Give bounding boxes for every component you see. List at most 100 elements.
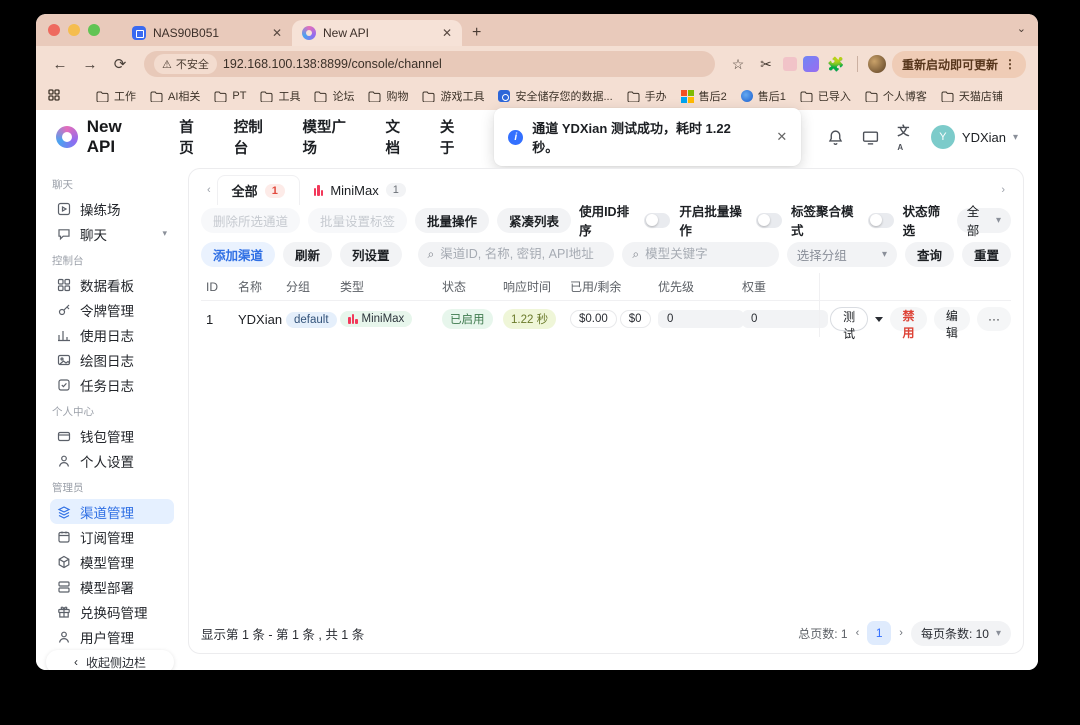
sidebar-item-models[interactable]: 模型管理	[50, 549, 174, 574]
priority-value[interactable]: 0	[658, 310, 744, 328]
sidebar-item-chat[interactable]: 聊天 ▾	[50, 221, 174, 246]
tab-all-channels[interactable]: 全部 1	[217, 175, 300, 205]
tab-close-icon[interactable]: ✕	[442, 26, 452, 40]
add-channel-button[interactable]: 添加渠道	[201, 242, 275, 267]
delete-selected-button[interactable]: 删除所选通道	[201, 208, 300, 233]
collapse-sidebar-button[interactable]: ‹ 收起侧边栏	[46, 650, 174, 670]
tabs-scroll-left-icon[interactable]: ‹	[201, 184, 217, 196]
bookmark-folder[interactable]: 手办	[627, 88, 667, 104]
reload-button[interactable]: ⟳	[108, 55, 132, 73]
apps-grid-icon[interactable]	[48, 89, 60, 104]
blue-extension-icon[interactable]	[803, 56, 819, 72]
channel-search-box[interactable]: ⌕	[418, 242, 615, 267]
bookmark-folder[interactable]: 购物	[368, 88, 408, 104]
update-button[interactable]: 重新启动即可更新 ⋮	[892, 51, 1026, 78]
browser-tab-newapi[interactable]: New API ✕	[292, 20, 462, 46]
bookmark-folder[interactable]: 工具	[260, 88, 300, 104]
response-time-tag[interactable]: 1.22 秒	[503, 309, 556, 329]
bookmark-folder[interactable]: 游戏工具	[422, 88, 484, 104]
sidebar-item-subscriptions[interactable]: 订阅管理	[50, 524, 174, 549]
disable-channel-button[interactable]: 禁用	[890, 307, 926, 331]
group-select[interactable]: 选择分组 ▾	[787, 242, 897, 267]
address-bar[interactable]: ⚠ 不安全 192.168.100.138:8899/console/chann…	[144, 51, 715, 77]
bookmark-folder[interactable]: PT	[214, 90, 246, 102]
bell-icon[interactable]	[827, 129, 844, 146]
new-tab-button[interactable]: +	[472, 24, 481, 42]
model-search-box[interactable]: ⌕	[622, 242, 778, 267]
sidebar-item-redemption[interactable]: 兑换码管理	[50, 599, 174, 624]
brand[interactable]: New API	[56, 117, 153, 157]
compact-list-button[interactable]: 紧凑列表	[497, 208, 571, 233]
more-actions-button[interactable]: ···	[977, 307, 1011, 331]
nav-home[interactable]: 首页	[179, 116, 207, 158]
bookmark-folder[interactable]: AI相关	[150, 88, 200, 104]
type-tag[interactable]: MiniMax	[340, 311, 412, 327]
back-button[interactable]: ←	[48, 56, 72, 73]
test-dropdown-caret-icon[interactable]	[875, 317, 883, 322]
status-filter-select[interactable]: 全部 ▾	[957, 208, 1011, 233]
tab-minimax[interactable]: MiniMax 1	[300, 175, 420, 205]
bookmark-star-icon[interactable]: ☆	[727, 56, 749, 73]
nav-docs[interactable]: 文档	[385, 116, 413, 158]
nav-console[interactable]: 控制台	[234, 116, 277, 158]
bookmark-folder[interactable]: 工作	[96, 88, 136, 104]
sidebar-item-settings-personal[interactable]: 个人设置	[50, 448, 174, 473]
sidebar-item-task-logs[interactable]: 任务日志	[50, 372, 174, 397]
page-number-button[interactable]: 1	[867, 621, 891, 645]
minimize-window-button[interactable]	[68, 24, 80, 36]
browser-profile-avatar[interactable]	[868, 55, 886, 73]
screenshot-extension-icon[interactable]: ✂	[755, 56, 777, 73]
group-tag[interactable]: default	[286, 312, 337, 328]
weight-value[interactable]: 0	[742, 310, 828, 328]
edit-channel-button[interactable]: 编辑	[934, 307, 970, 331]
bookmark-link-aftersale[interactable]: 售后1	[741, 88, 786, 104]
query-button[interactable]: 查询	[905, 242, 954, 267]
tabs-scroll-right-icon[interactable]: ›	[995, 184, 1011, 196]
next-page-icon[interactable]: ›	[899, 627, 903, 639]
extensions-puzzle-icon[interactable]: 🧩	[825, 56, 847, 73]
id-sort-toggle[interactable]	[644, 213, 670, 228]
forward-button[interactable]: →	[78, 56, 102, 73]
zoom-window-button[interactable]	[88, 24, 100, 36]
sidebar-item-wallet[interactable]: 钱包管理	[50, 423, 174, 448]
tab-close-icon[interactable]: ✕	[272, 26, 282, 40]
bookmark-folder[interactable]: 已导入	[800, 88, 851, 104]
bookmark-folder[interactable]: 天猫店铺	[941, 88, 1003, 104]
tab-search-icon[interactable]: ⌄	[1017, 22, 1026, 35]
test-channel-button[interactable]: 测试	[830, 307, 868, 331]
page-size-select[interactable]: 每页条数: 10 ▾	[911, 621, 1011, 646]
security-chip[interactable]: ⚠ 不安全	[154, 54, 217, 74]
language-translate-icon[interactable]: 文A	[897, 122, 913, 153]
reset-button[interactable]: 重置	[962, 242, 1011, 267]
sidebar-item-channels[interactable]: 渠道管理	[50, 499, 174, 524]
sidebar-item-users[interactable]: 用户管理	[50, 624, 174, 649]
pink-extension-icon[interactable]	[783, 57, 797, 71]
browser-tab-nas[interactable]: NAS90B051 ✕	[122, 20, 292, 46]
toast-close-icon[interactable]: ✕	[776, 129, 787, 145]
bookmark-link-secure-store[interactable]: 安全储存您的数据...	[498, 88, 612, 104]
batch-ops-toggle[interactable]	[756, 213, 782, 228]
column-settings-button[interactable]: 列设置	[340, 242, 402, 267]
sidebar-item-usage-logs[interactable]: 使用日志	[50, 322, 174, 347]
status-tag[interactable]: 已启用	[442, 309, 493, 329]
user-menu[interactable]: Y YDXian ▾	[931, 125, 1018, 149]
channel-search-input[interactable]	[440, 247, 604, 261]
batch-set-tags-button[interactable]: 批量设置标签	[308, 208, 407, 233]
sidebar-item-model-deploy[interactable]: 模型部署	[50, 574, 174, 599]
nav-about[interactable]: 关于	[440, 116, 468, 158]
refresh-button[interactable]: 刷新	[283, 242, 332, 267]
tag-aggregate-toggle[interactable]	[868, 213, 894, 228]
sidebar-item-playground[interactable]: 操练场	[50, 196, 174, 221]
sidebar-item-dashboard[interactable]: 数据看板	[50, 272, 174, 297]
bookmark-folder[interactable]: 个人博客	[865, 88, 927, 104]
model-keyword-input[interactable]	[645, 247, 769, 261]
menu-dots-icon[interactable]: ⋮	[1004, 57, 1016, 71]
prev-page-icon[interactable]: ‹	[856, 627, 860, 639]
nav-model-plaza[interactable]: 模型广场	[302, 116, 359, 158]
batch-operations-button[interactable]: 批量操作	[415, 208, 489, 233]
sidebar-item-tokens[interactable]: 令牌管理	[50, 297, 174, 322]
bookmark-folder[interactable]: 论坛	[314, 88, 354, 104]
bookmark-link-microsoft[interactable]: 售后2	[681, 88, 727, 104]
theme-monitor-icon[interactable]	[862, 129, 879, 146]
close-window-button[interactable]	[48, 24, 60, 36]
